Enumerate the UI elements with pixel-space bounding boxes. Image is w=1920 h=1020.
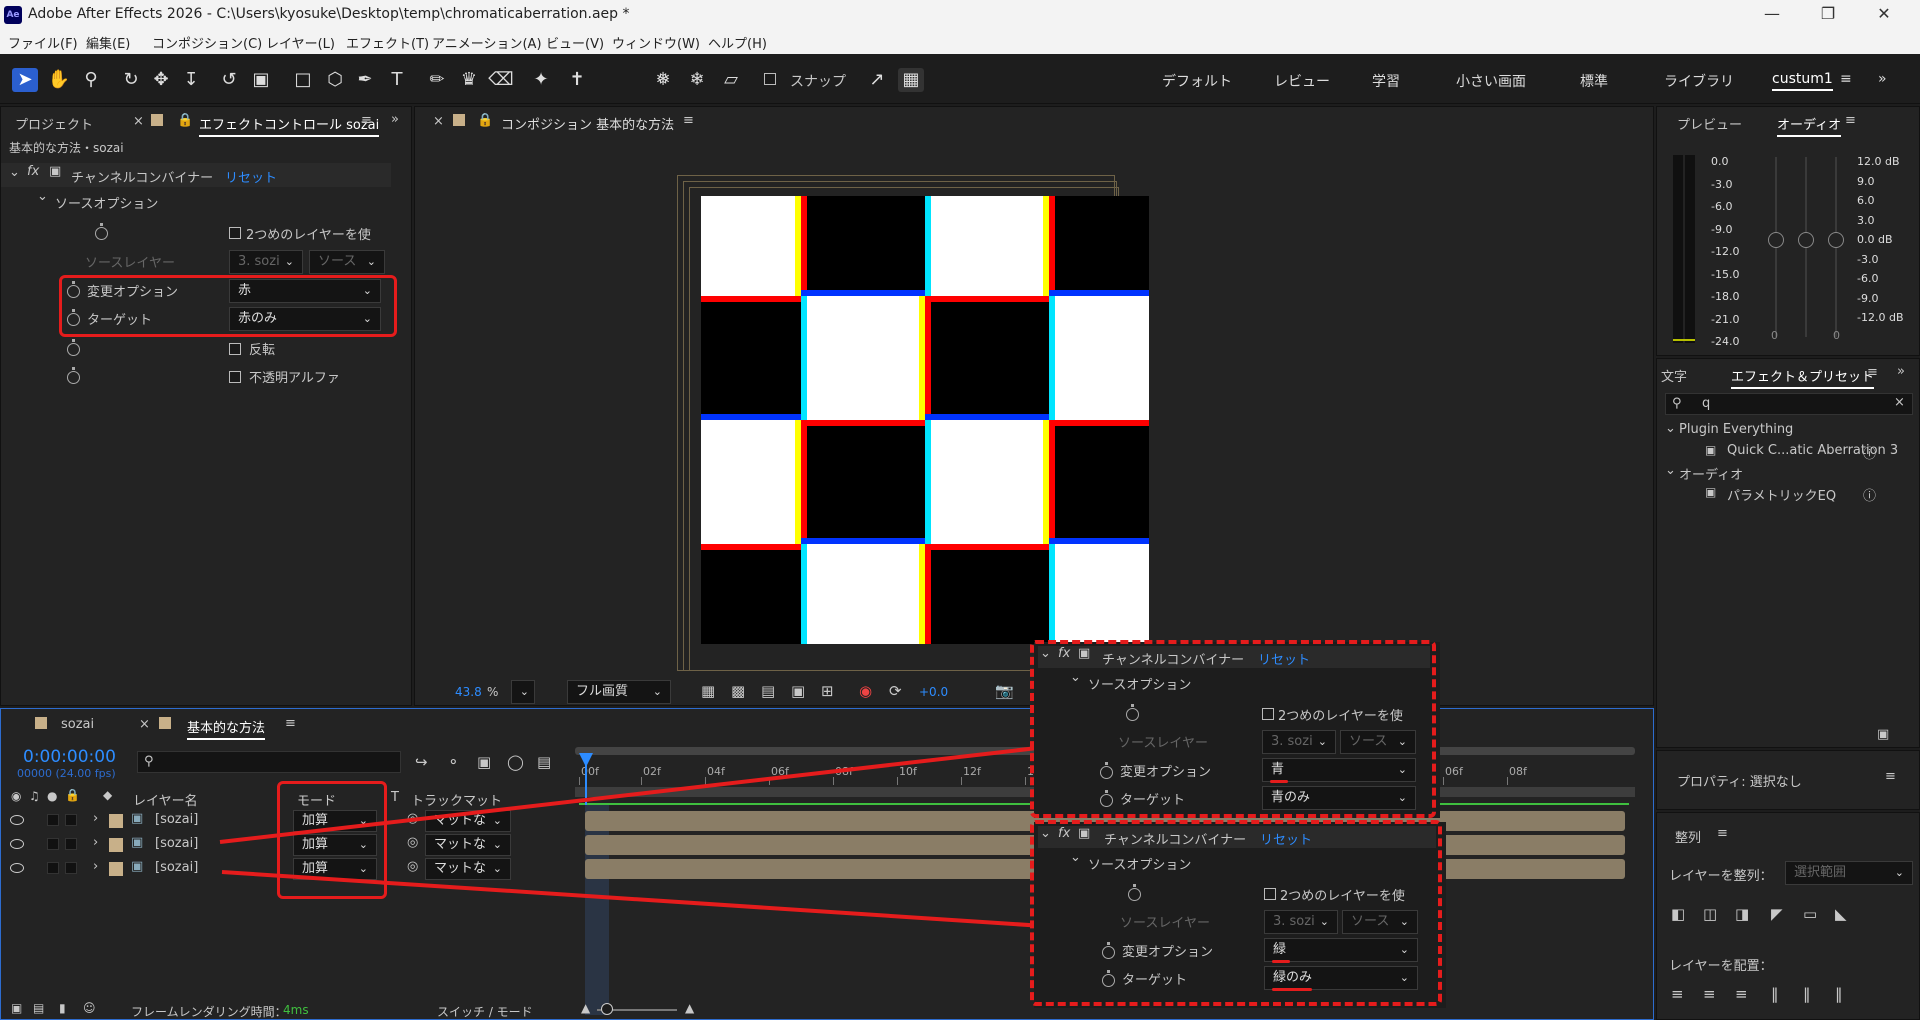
arrow-to-blue-callout: [219, 727, 1080, 844]
annotation-arrows: [219, 727, 1082, 946]
arrow-to-green-callout: [221, 870, 1082, 946]
callout-green: ⌄ fx ▣ チャンネルコンバイナー リセット ⌄ ソースオプション 2つめのレ…: [1030, 820, 1446, 1008]
callout-blue: ⌄ fx ▣ チャンネルコンバイナー リセット ⌄ ソースオプション 2つめのレ…: [1030, 640, 1440, 818]
callout-border: [1030, 820, 1442, 1006]
callout-border: [1030, 640, 1436, 818]
